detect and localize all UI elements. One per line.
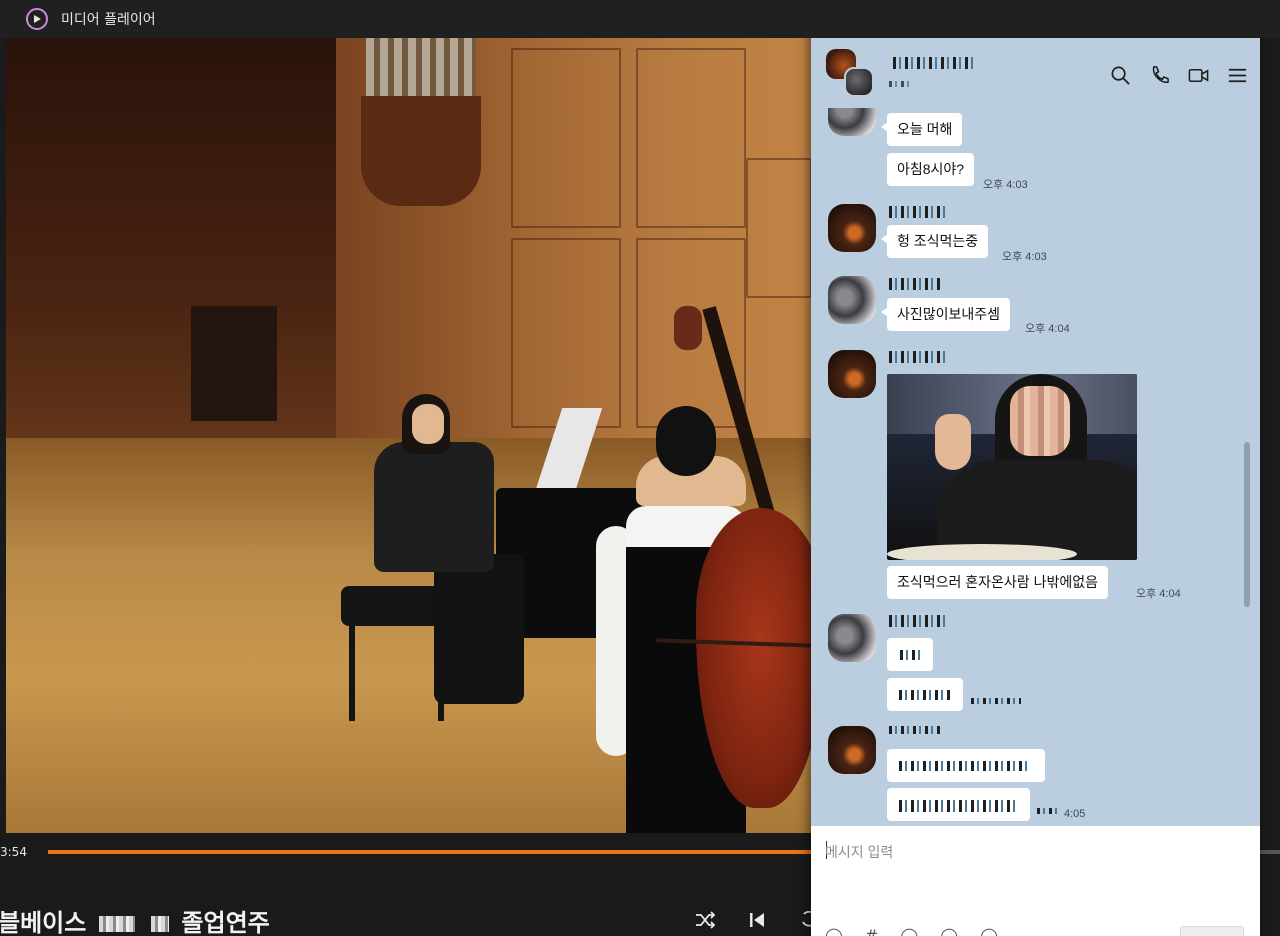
sender-name-redacted [889, 351, 945, 363]
search-icon[interactable] [1110, 65, 1131, 90]
message-bubble: 오늘 머해 [880, 113, 963, 146]
message-bubble: 헝 조식먹는중 [880, 225, 989, 258]
message-bubble-redacted [887, 638, 933, 671]
avatar[interactable] [828, 726, 876, 774]
chat-scrollbar[interactable] [1244, 442, 1250, 607]
sender-name-redacted [889, 278, 943, 290]
message-bubble: 조식먹으러 혼자온사람 나밖에없음 [887, 566, 1108, 599]
menu-icon[interactable] [1227, 65, 1248, 90]
sender-name-redacted [889, 206, 945, 218]
redacted-mark [1037, 808, 1057, 814]
seek-progress [48, 850, 812, 854]
message-bubble-redacted [887, 678, 963, 711]
chat-window: 오늘 머해 아침8시야? 오후 4:03 헝 조식먹는중 오후 4:03 사진많… [811, 4, 1260, 936]
message-time: 오후 4:04 [1025, 323, 1070, 335]
message-bubble-redacted [887, 788, 1030, 821]
message-bubble-redacted [887, 749, 1045, 782]
sender-name-redacted [889, 615, 945, 627]
avatar[interactable] [828, 108, 876, 136]
capture-icon[interactable]: ◯ [940, 926, 958, 936]
send-button[interactable] [1180, 926, 1244, 936]
chat-room-name-redacted [893, 57, 975, 69]
avatar[interactable] [828, 276, 876, 324]
phone-icon[interactable] [1149, 65, 1170, 90]
emoticon-icon[interactable]: ◯ [825, 926, 843, 936]
avatar[interactable] [828, 204, 876, 252]
message-time: 오후 4:03 [983, 179, 1028, 191]
video-frame[interactable] [6, 38, 812, 833]
chat-header [811, 40, 1260, 110]
redacted-name [98, 916, 135, 932]
message-bubble: 아침8시야? [887, 153, 975, 186]
player-titlebar: 미디어 플레이어 [0, 0, 1280, 38]
attach-icon[interactable]: ◯ [900, 926, 918, 936]
message-input[interactable]: 메시지 입력 [825, 842, 893, 862]
message-time: 4:05 [1064, 808, 1086, 820]
message-input-area[interactable]: 메시지 입력 ◯ # ◯ ◯ ◯ [811, 826, 1260, 936]
group-avatar[interactable] [826, 49, 874, 97]
input-toolbar: ◯ # ◯ ◯ ◯ [825, 926, 998, 936]
play-icon [26, 8, 48, 30]
app-title: 미디어 플레이어 [61, 12, 156, 28]
message-bubble: 사진많이보내주셈 [880, 298, 1011, 331]
redacted-name [151, 916, 170, 932]
avatar[interactable] [828, 614, 876, 662]
sender-name-redacted [889, 726, 941, 734]
video-title-suffix: 졸업연주 [181, 909, 270, 936]
shuffle-icon[interactable] [694, 910, 716, 934]
member-count-redacted [889, 81, 911, 87]
video-title-prefix: 블베이스 [0, 909, 87, 936]
message-time: 오후 4:04 [1136, 588, 1181, 600]
message-list[interactable]: 오늘 머해 아침8시야? 오후 4:03 헝 조식먹는중 오후 4:03 사진많… [811, 108, 1260, 826]
more-icon[interactable]: ◯ [980, 926, 998, 936]
current-time: 3:54 [0, 845, 27, 859]
message-time-redacted [971, 698, 1021, 704]
message-time: 오후 4:03 [1002, 251, 1047, 263]
previous-icon[interactable] [748, 910, 766, 934]
video-call-icon[interactable] [1188, 65, 1209, 90]
video-title: 블베이스 졸업연주 [0, 903, 270, 936]
shared-photo[interactable] [887, 374, 1137, 560]
hash-icon[interactable]: # [865, 926, 878, 936]
avatar[interactable] [828, 350, 876, 398]
